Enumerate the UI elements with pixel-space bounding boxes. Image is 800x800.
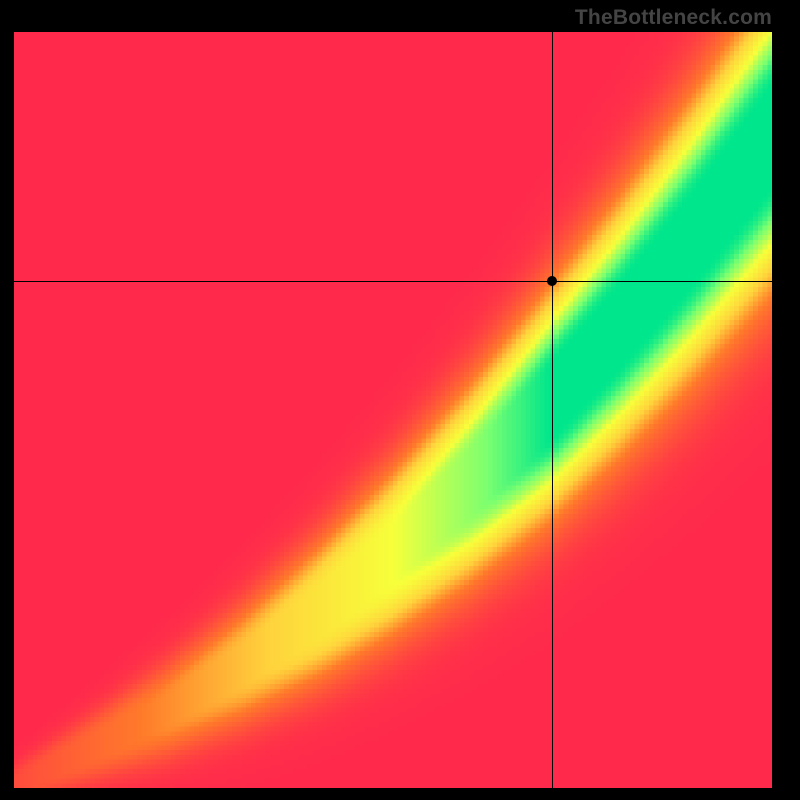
crosshair-horizontal [14, 281, 772, 282]
crosshair-vertical [552, 32, 553, 788]
watermark-text: TheBottleneck.com [575, 6, 772, 30]
selection-marker [547, 276, 557, 286]
heatmap-canvas [14, 32, 772, 788]
chart-container: TheBottleneck.com [0, 0, 800, 800]
plot-area [14, 32, 772, 788]
